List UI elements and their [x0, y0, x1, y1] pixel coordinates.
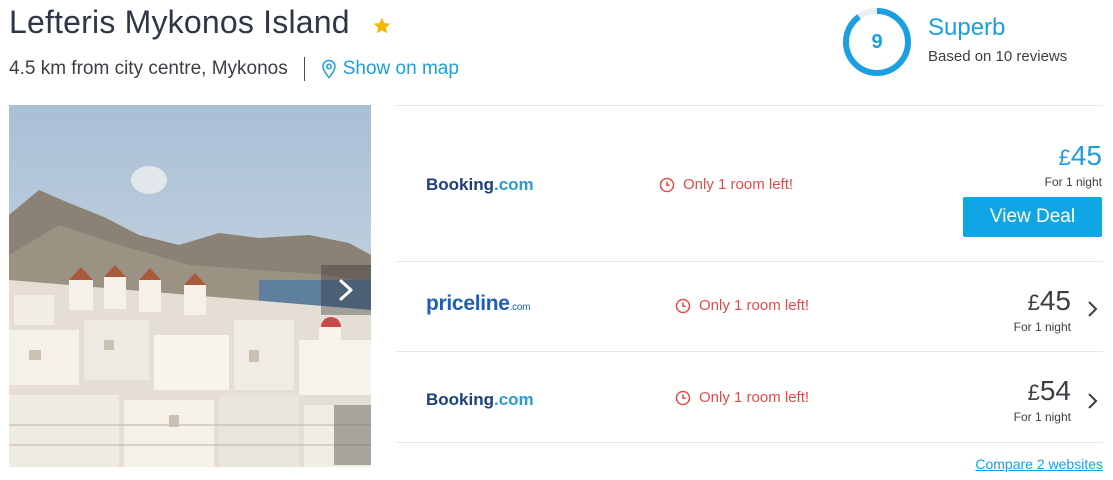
deal-price[interactable]: £45 For 1 night — [1045, 141, 1102, 190]
deal-price[interactable]: £54 For 1 night — [1014, 376, 1071, 425]
deal-row[interactable]: priceline.com Only 1 room left! £45 For … — [395, 261, 1103, 351]
map-pin-icon — [321, 59, 336, 79]
compare-websites-link[interactable]: Compare 2 websites — [975, 456, 1103, 472]
rating-label: Superb — [928, 14, 1006, 41]
deal-row[interactable]: Booking.com Only 1 room left! £54 For 1 … — [395, 351, 1103, 442]
hotel-name: Lefteris Mykonos Island — [9, 4, 350, 40]
review-count: Based on 10 reviews — [928, 48, 1068, 65]
divider — [303, 57, 305, 81]
rating-badge: 9 — [842, 7, 912, 77]
divider — [395, 442, 1103, 443]
deal-row[interactable]: Booking.com Only 1 room left! £45 For 1 … — [395, 105, 1103, 261]
show-on-map-label: Show on map — [342, 58, 459, 79]
availability-notice: Only 1 room left! — [659, 176, 793, 193]
rating-score: 9 — [871, 31, 883, 53]
show-on-map-link[interactable]: Show on map — [321, 58, 459, 80]
booking-logo: Booking.com — [426, 175, 534, 194]
deal-price[interactable]: £45 For 1 night — [1014, 286, 1071, 335]
clock-icon — [675, 298, 691, 313]
hotel-photo-image — [9, 105, 371, 467]
clock-icon — [675, 390, 691, 405]
availability-notice: Only 1 room left! — [675, 389, 809, 406]
chevron-right-icon[interactable] — [1087, 300, 1099, 318]
chevron-right-icon — [339, 279, 353, 301]
photo-next-button[interactable] — [321, 265, 371, 315]
star-icon — [373, 17, 391, 34]
view-deal-button[interactable]: View Deal — [963, 197, 1102, 237]
clock-icon — [659, 177, 675, 192]
booking-logo: Booking.com — [426, 390, 534, 409]
chevron-right-icon[interactable] — [1087, 392, 1099, 410]
distance-text: 4.5 km from city centre, Mykonos — [9, 58, 288, 79]
priceline-logo: priceline.com — [426, 292, 531, 315]
availability-notice: Only 1 room left! — [675, 297, 809, 314]
hotel-photo[interactable] — [9, 105, 371, 467]
hotel-location-line: 4.5 km from city centre, Mykonos Show on… — [9, 57, 459, 81]
